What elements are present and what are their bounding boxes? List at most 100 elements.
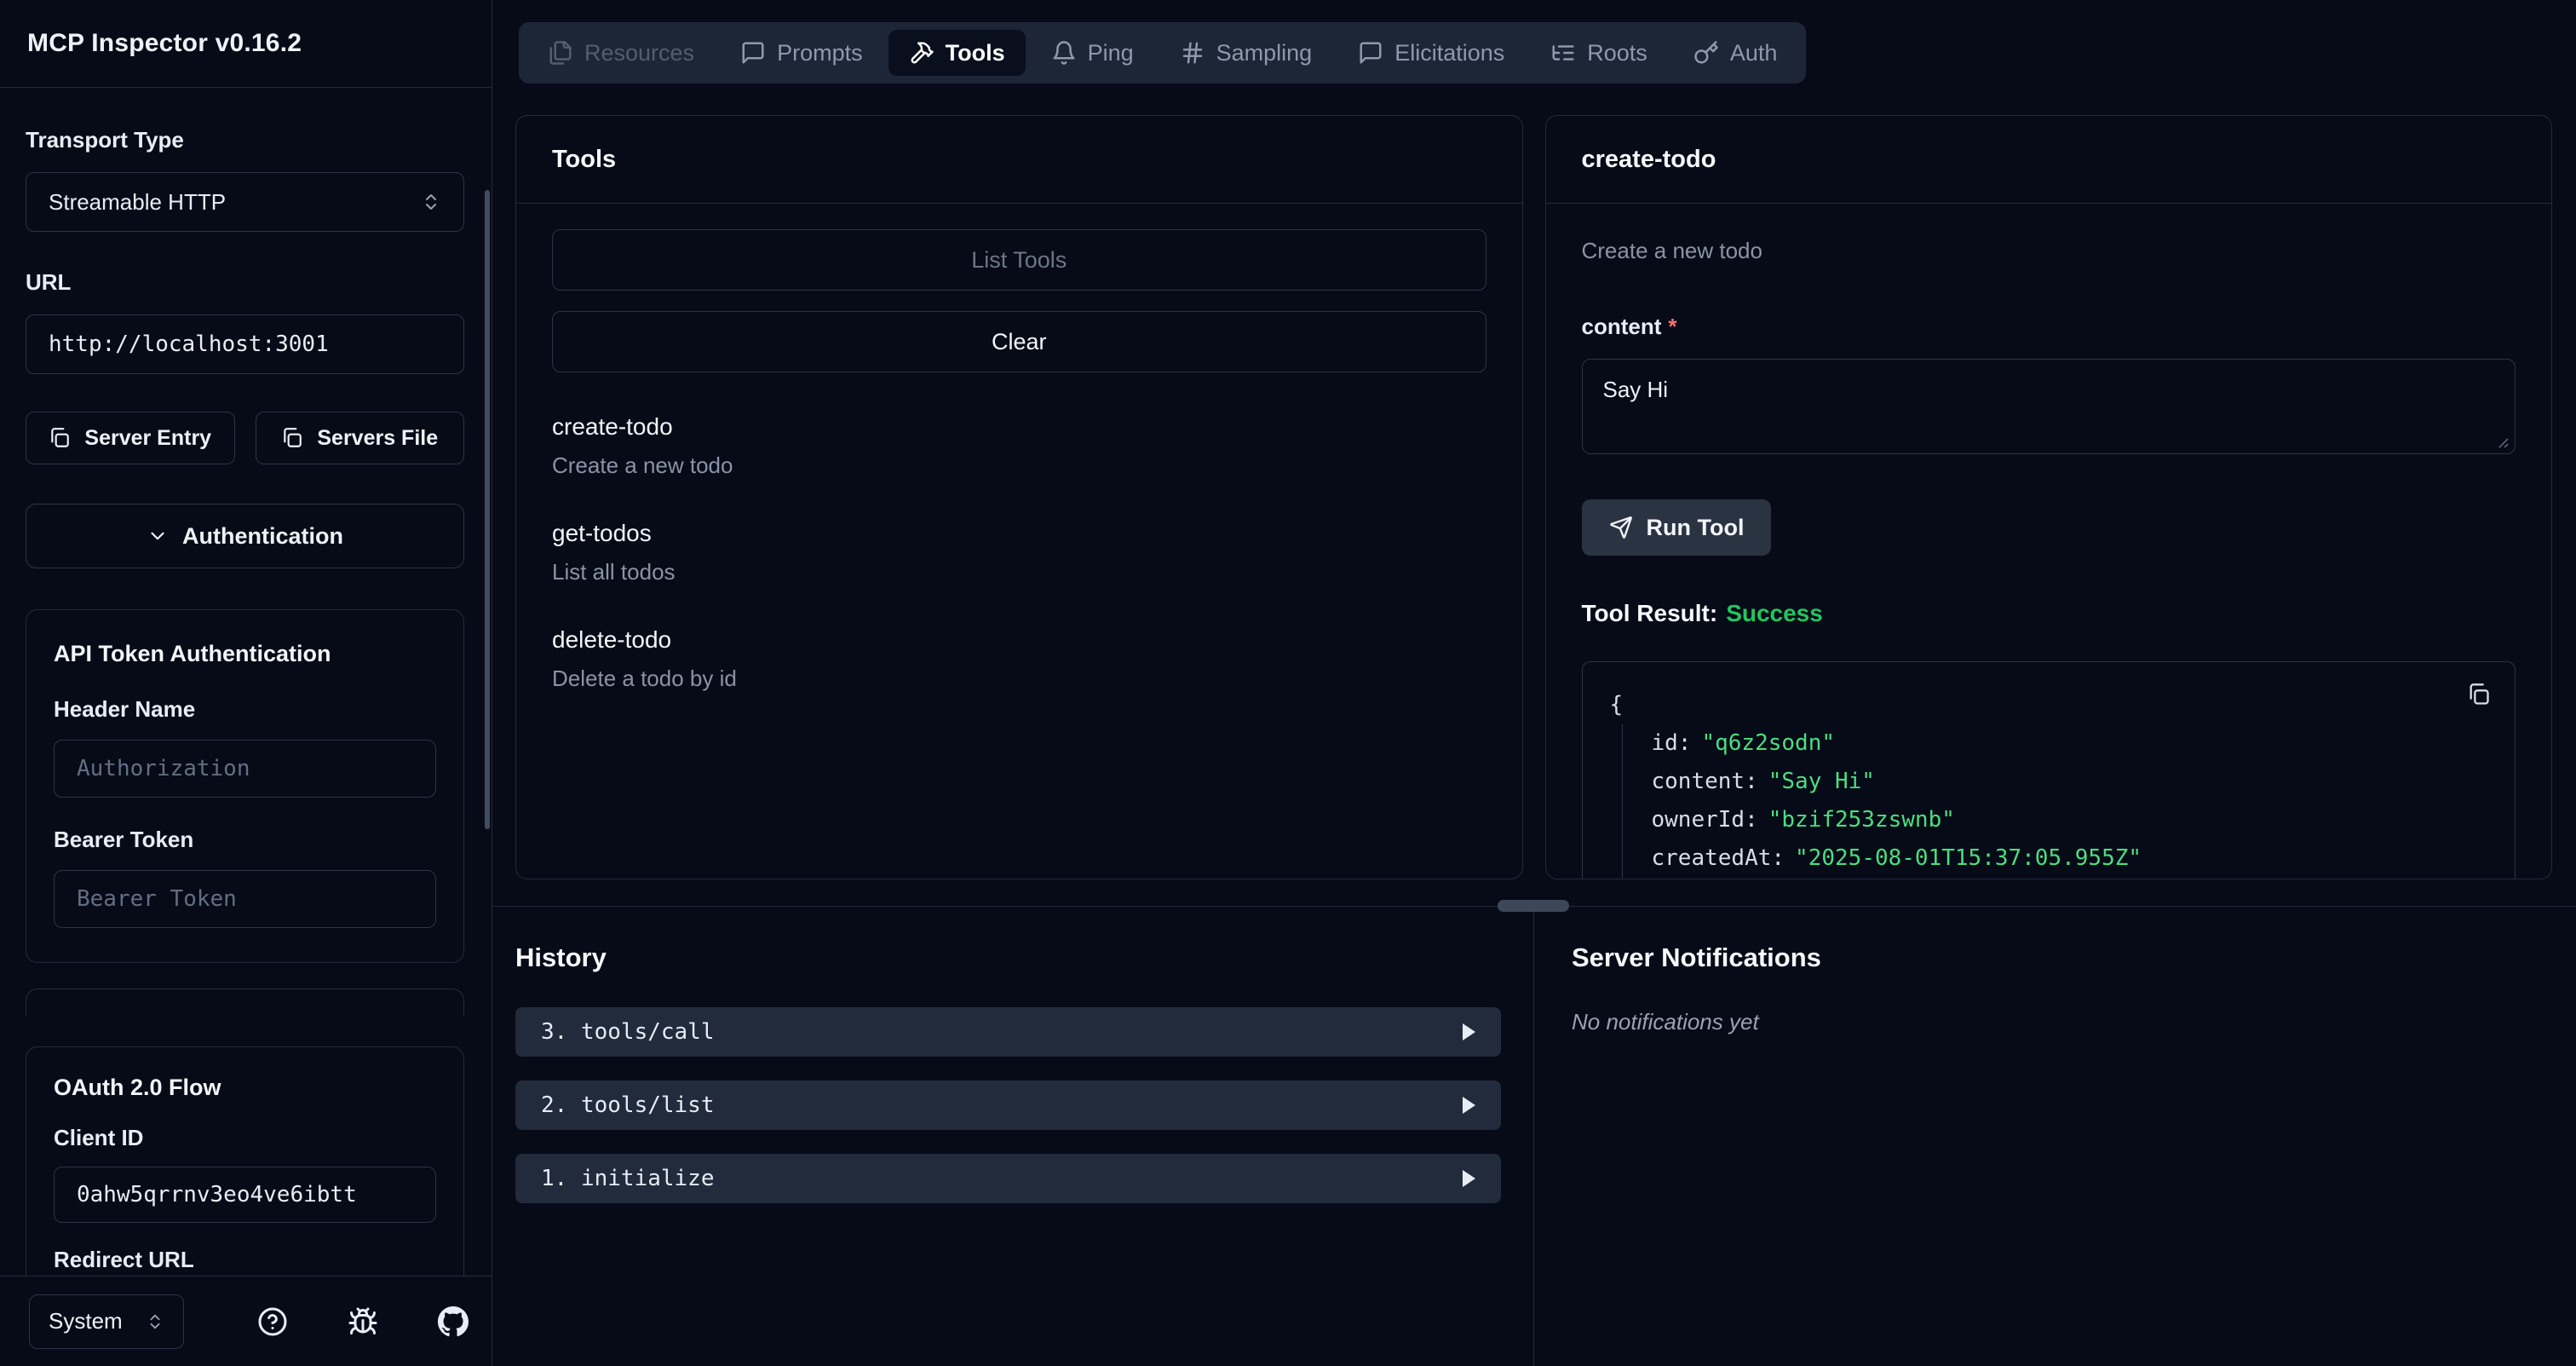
tool-list-item-get-todos[interactable]: get-todos List all todos xyxy=(552,520,1486,585)
history-heading: History xyxy=(515,942,1501,973)
json-key: content: xyxy=(1652,769,1758,794)
tab-sampling[interactable]: Sampling xyxy=(1159,30,1333,76)
transport-type-select[interactable]: Streamable HTTP xyxy=(26,172,464,232)
url-input[interactable] xyxy=(49,331,441,357)
tools-panel-title: Tools xyxy=(552,146,616,174)
content-param-label: content* xyxy=(1582,314,2516,340)
required-marker: * xyxy=(1668,314,1676,339)
client-id-input[interactable] xyxy=(77,1182,413,1207)
horizontal-split-divider xyxy=(492,906,2576,907)
list-tree-icon xyxy=(1550,40,1576,66)
json-key: ownerId: xyxy=(1652,807,1758,833)
bottom-panels: History 3. tools/call 2. tools/list 1. i… xyxy=(492,907,2576,1366)
expand-triangle-icon xyxy=(1463,1097,1475,1114)
github-icon xyxy=(438,1306,469,1337)
history-panel: History 3. tools/call 2. tools/list 1. i… xyxy=(492,907,1534,1366)
run-tool-label: Run Tool xyxy=(1647,515,1745,541)
api-token-auth-card: API Token Authentication Header Name Bea… xyxy=(26,609,464,963)
tools-panel-header: Tools xyxy=(516,116,1522,204)
run-tool-button[interactable]: Run Tool xyxy=(1582,499,1772,556)
tool-result-status: Success xyxy=(1726,600,1823,626)
tool-detail-header: create-todo xyxy=(1546,116,2552,204)
tool-result-label: Tool Result: xyxy=(1582,600,1718,626)
clear-tools-label: Clear xyxy=(992,329,1047,355)
tools-panel: Tools List Tools Clear create-todo Creat… xyxy=(515,115,1523,879)
message-square-icon xyxy=(740,40,766,66)
servers-file-label: Servers File xyxy=(317,426,438,451)
tool-detail-body: Create a new todo content* Say Hi Run To… xyxy=(1546,204,2552,879)
clear-tools-button[interactable]: Clear xyxy=(552,311,1486,372)
tab-prompts[interactable]: Prompts xyxy=(720,30,883,76)
expand-triangle-icon xyxy=(1463,1023,1475,1040)
tab-tools[interactable]: Tools xyxy=(888,30,1026,76)
tabbar: Resources Prompts Tools Ping Sampling El… xyxy=(519,22,1806,84)
bug-icon xyxy=(348,1306,378,1337)
tab-prompts-label: Prompts xyxy=(777,40,863,66)
sidebar-footer: System xyxy=(0,1276,492,1366)
hash-icon xyxy=(1180,40,1205,66)
tab-ping[interactable]: Ping xyxy=(1031,30,1154,76)
main-content: Resources Prompts Tools Ping Sampling El… xyxy=(492,0,2576,1366)
tab-roots-label: Roots xyxy=(1587,40,1647,66)
chevrons-up-down-icon xyxy=(146,1312,164,1331)
tool-list-item-create-todo[interactable]: create-todo Create a new todo xyxy=(552,413,1486,479)
history-item-tools-list[interactable]: 2. tools/list xyxy=(515,1081,1501,1130)
tool-name: create-todo xyxy=(552,413,1486,441)
tab-ping-label: Ping xyxy=(1088,40,1134,66)
chevrons-up-down-icon xyxy=(421,192,441,212)
json-row: content:"Say Hi" xyxy=(1652,763,2488,801)
debug-button[interactable] xyxy=(348,1306,378,1337)
tab-auth[interactable]: Auth xyxy=(1673,30,1798,76)
json-key: id: xyxy=(1652,730,1692,756)
copy-icon xyxy=(2467,683,2491,706)
bearer-token-input-wrap xyxy=(54,870,436,928)
content-textarea[interactable]: Say Hi xyxy=(1582,359,2516,454)
list-tools-button[interactable]: List Tools xyxy=(552,229,1486,291)
authentication-toggle[interactable]: Authentication xyxy=(26,504,464,568)
json-close-brace: } xyxy=(1610,878,2488,879)
json-value: "bzif253zswnb" xyxy=(1768,807,1955,833)
sidebar: MCP Inspector v0.16.2 Transport Type Str… xyxy=(0,0,492,1366)
transport-type-label: Transport Type xyxy=(26,127,464,153)
list-tools-label: List Tools xyxy=(971,247,1067,274)
transport-type-value: Streamable HTTP xyxy=(49,189,226,216)
servers-file-button[interactable]: Servers File xyxy=(256,412,465,464)
history-item-initialize[interactable]: 1. initialize xyxy=(515,1154,1501,1203)
header-name-input[interactable] xyxy=(77,756,413,781)
transport-section: Transport Type Streamable HTTP xyxy=(26,127,464,232)
tool-description: List all todos xyxy=(552,559,1486,585)
copy-result-button[interactable] xyxy=(2467,683,2491,706)
server-entry-label: Server Entry xyxy=(84,426,211,451)
tool-detail-description: Create a new todo xyxy=(1582,238,2516,264)
content-param-label-text: content xyxy=(1582,314,1662,339)
theme-select-value: System xyxy=(49,1308,123,1334)
url-label: URL xyxy=(26,269,464,296)
notifications-empty-message: No notifications yet xyxy=(1572,1009,2576,1035)
split-drag-handle[interactable] xyxy=(1498,900,1569,912)
tab-elicitations[interactable]: Elicitations xyxy=(1337,30,1525,76)
api-token-auth-heading: API Token Authentication xyxy=(54,641,436,667)
top-panels: Tools List Tools Clear create-todo Creat… xyxy=(492,84,2576,879)
tool-list-item-delete-todo[interactable]: delete-todo Delete a todo by id xyxy=(552,626,1486,692)
json-value: "q6z2sodn" xyxy=(1701,730,1835,756)
theme-select[interactable]: System xyxy=(29,1294,184,1349)
footer-icons xyxy=(257,1306,469,1337)
history-item-tools-call[interactable]: 3. tools/call xyxy=(515,1007,1501,1057)
tab-roots[interactable]: Roots xyxy=(1530,30,1668,76)
sidebar-scrollbar-thumb[interactable] xyxy=(485,190,490,829)
tab-tools-label: Tools xyxy=(946,40,1005,66)
server-entry-button[interactable]: Server Entry xyxy=(26,412,235,464)
tabbar-wrap: Resources Prompts Tools Ping Sampling El… xyxy=(492,0,2576,84)
bearer-token-input[interactable] xyxy=(77,886,413,912)
tool-result-json: { id:"q6z2sodn" content:"Say Hi" ownerId… xyxy=(1582,661,2516,879)
json-row: id: "q6z2sodn" xyxy=(1652,724,2488,763)
copy-icon xyxy=(281,427,303,449)
sidebar-scroll-area: Transport Type Streamable HTTP URL Serve… xyxy=(0,88,492,1276)
clipped-card-edge xyxy=(26,988,464,1016)
send-icon xyxy=(1609,516,1633,539)
client-id-label: Client ID xyxy=(54,1125,436,1151)
help-button[interactable] xyxy=(257,1306,288,1337)
github-button[interactable] xyxy=(438,1306,469,1337)
json-entries: id: "q6z2sodn" content:"Say Hi" ownerId: "… xyxy=(1622,724,2488,878)
key-icon xyxy=(1693,40,1719,66)
